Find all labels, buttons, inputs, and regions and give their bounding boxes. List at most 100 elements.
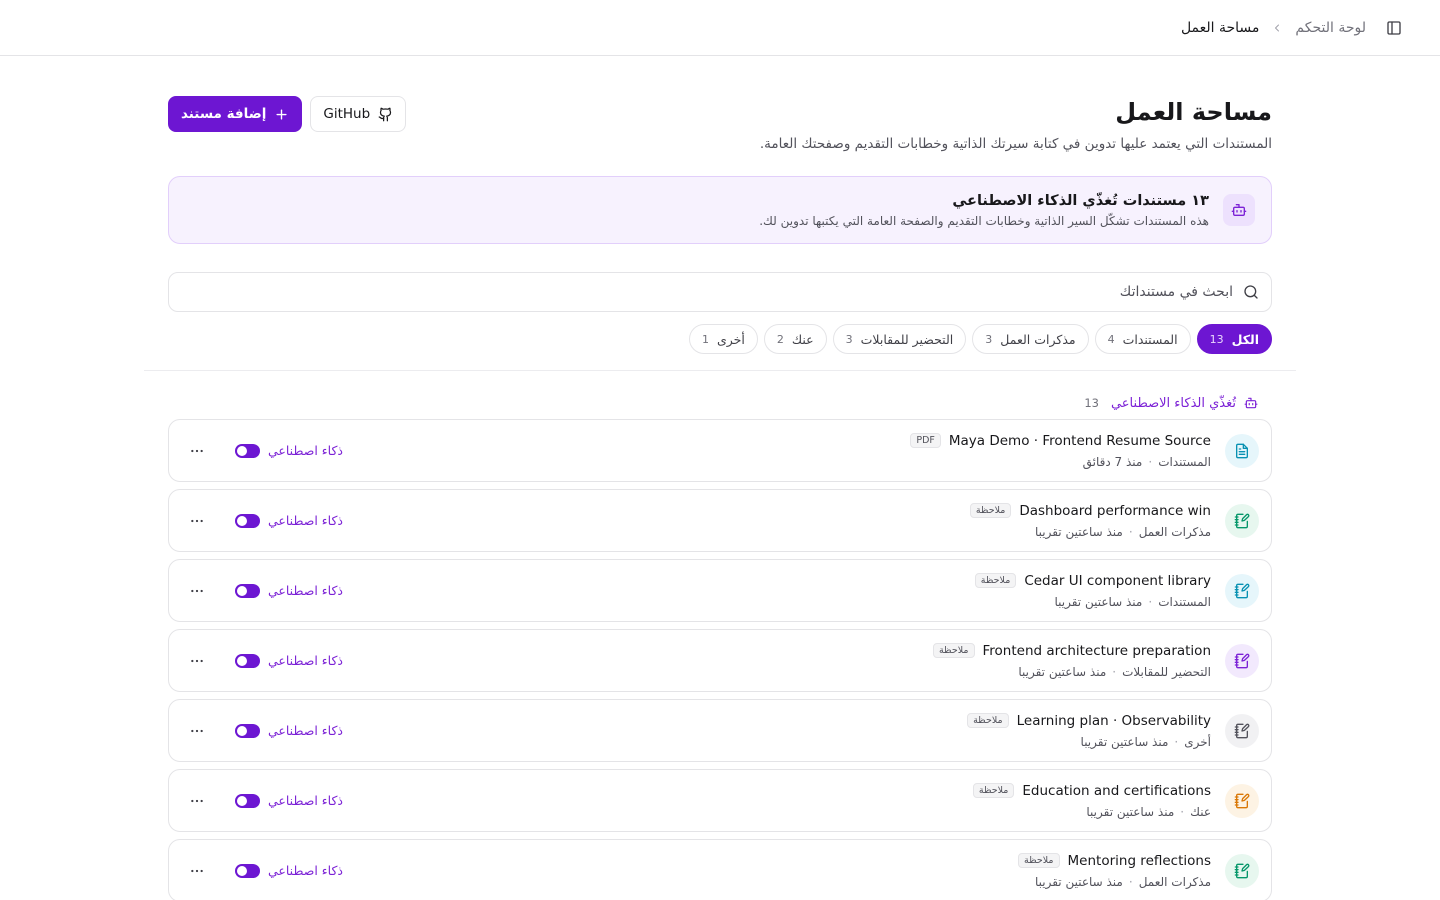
bot-icon — [1223, 194, 1255, 226]
filter-chip-count: 4 — [1107, 332, 1115, 346]
more-options-icon[interactable] — [185, 789, 209, 813]
ai-toggle-switch[interactable] — [235, 723, 260, 738]
document-title[interactable]: Frontend architecture preparation — [983, 643, 1212, 659]
document-row[interactable]: Maya Demo · Frontend Resume Source PDF الم… — [168, 419, 1272, 482]
header-actions: GitHub إضافة مستند — [168, 96, 407, 132]
document-type-badge: ملاحظة — [967, 713, 1009, 728]
note-edit-icon — [1225, 573, 1259, 608]
more-options-icon[interactable] — [185, 649, 209, 673]
add-document-label: إضافة مستند — [181, 106, 267, 122]
filter-chip-label: المستندات — [1122, 331, 1178, 347]
document-info: Learning plan · Observability ملاحظة أخرى ·… — [343, 713, 1211, 749]
ai-toggle-group: ذكاء اصطناعي — [235, 513, 343, 528]
filter-chip[interactable]: الكل 13 — [1196, 324, 1272, 354]
page-title: مساحة العمل — [1115, 98, 1272, 126]
document-info: Maya Demo · Frontend Resume Source PDF الم… — [343, 433, 1211, 469]
document-category: المستندات — [1158, 594, 1211, 609]
filter-chip-label: أخرى — [716, 331, 745, 347]
search-icon — [1243, 284, 1259, 300]
document-row[interactable]: Frontend architecture preparation ملاحظة ا… — [168, 629, 1272, 692]
more-options-icon[interactable] — [185, 579, 209, 603]
document-type-badge: PDF — [910, 433, 941, 448]
ai-toggle-label: ذكاء اصطناعي — [268, 513, 343, 528]
section-count: 13 — [1084, 396, 1099, 410]
github-button[interactable]: GitHub — [310, 96, 407, 132]
document-type-badge: ملاحظة — [969, 503, 1012, 518]
filter-chip[interactable]: عنك 2 — [763, 324, 827, 354]
document-time: منذ ساعتين تقريبا — [1018, 664, 1107, 679]
ai-toggle-switch[interactable] — [235, 583, 260, 598]
ai-toggle-label: ذكاء اصطناعي — [268, 583, 343, 598]
document-type-badge: ملاحظة — [1018, 853, 1060, 868]
document-category: أخرى — [1184, 734, 1211, 749]
filter-chip[interactable]: مذكرات العمل 3 — [972, 324, 1089, 354]
more-options-icon[interactable] — [185, 509, 209, 533]
ai-toggle-label: ذكاء اصطناعي — [268, 793, 343, 808]
document-category: التحضير للمقابلات — [1122, 664, 1211, 679]
ai-section-header: تُغذّي الذكاء الاصطناعي 13 — [168, 395, 1272, 411]
add-document-button[interactable]: إضافة مستند — [168, 96, 303, 132]
meta-separator: · — [1128, 874, 1133, 889]
document-type-badge: ملاحظة — [932, 643, 975, 658]
document-title[interactable]: Learning plan · Observability — [1017, 713, 1211, 729]
ai-info-banner: ١٣ مستندات تُغذّي الذكاء الاصطناعي هذه ا… — [168, 176, 1272, 244]
ai-toggle-label: ذكاء اصطناعي — [268, 443, 343, 458]
note-edit-icon — [1225, 783, 1259, 818]
ai-toggle-group: ذكاء اصطناعي — [235, 443, 343, 458]
meta-separator: · — [1112, 664, 1117, 679]
document-category: مذكرات العمل — [1138, 874, 1211, 889]
ai-toggle-switch[interactable] — [235, 443, 260, 458]
ai-toggle-group: ذكاء اصطناعي — [235, 653, 343, 668]
document-row[interactable]: Education and certifications ملاحظة عنك · من… — [168, 769, 1272, 832]
breadcrumb-workspace: مساحة العمل — [1180, 19, 1260, 36]
document-info: Frontend architecture preparation ملاحظة ا… — [343, 643, 1211, 679]
category-filters: الكل 13 المستندات 4 مذكرات العمل 3 التحضير للم… — [168, 324, 1272, 354]
ai-toggle-switch[interactable] — [235, 513, 260, 528]
document-row[interactable]: Dashboard performance win ملاحظة مذكرات ال… — [168, 489, 1272, 552]
filter-chip-label: التحضير للمقابلات — [860, 331, 954, 347]
filter-chip-count: 13 — [1209, 332, 1224, 346]
filter-chip-count: 3 — [985, 332, 993, 346]
more-options-icon[interactable] — [185, 859, 209, 883]
ai-toggle-switch[interactable] — [235, 793, 260, 808]
document-title[interactable]: Maya Demo · Frontend Resume Source — [949, 433, 1211, 449]
document-title[interactable]: Mentoring reflections — [1068, 853, 1211, 869]
meta-separator: · — [1180, 804, 1185, 819]
document-title[interactable]: Education and certifications — [1022, 783, 1211, 799]
page-header: مساحة العمل المستندات التي يعتمد عليها ت… — [168, 96, 1272, 152]
document-info: Dashboard performance win ملاحظة مذكرات ال… — [343, 503, 1211, 539]
meta-separator: · — [1128, 524, 1133, 539]
search-input[interactable] — [181, 284, 1233, 300]
chevron-left-icon — [1271, 22, 1283, 34]
document-time: منذ ساعتين تقريبا — [1034, 874, 1123, 889]
filter-chip-count: 3 — [845, 332, 853, 346]
ai-toggle-switch[interactable] — [235, 653, 260, 668]
ai-toggle-label: ذكاء اصطناعي — [268, 723, 343, 738]
ai-toggle-switch[interactable] — [235, 863, 260, 878]
filter-chip[interactable]: أخرى 1 — [688, 324, 758, 354]
ai-toggle-group: ذكاء اصطناعي — [235, 793, 343, 808]
more-options-icon[interactable] — [185, 719, 209, 743]
document-type-badge: ملاحظة — [974, 573, 1017, 588]
document-time: منذ ساعتين تقريبا — [1034, 524, 1123, 539]
ai-toggle-group: ذكاء اصطناعي — [235, 723, 343, 738]
filter-chip-count: 1 — [701, 332, 709, 346]
filter-chip[interactable]: التحضير للمقابلات 3 — [832, 324, 967, 354]
document-row[interactable]: Mentoring reflections ملاحظة مذكرات العمل ·… — [168, 839, 1272, 900]
filter-chip[interactable]: المستندات 4 — [1094, 324, 1191, 354]
section-divider — [144, 370, 1296, 371]
breadcrumb-dashboard[interactable]: لوحة التحكم — [1295, 20, 1366, 36]
github-icon — [378, 107, 392, 121]
document-title[interactable]: Cedar UI component library — [1024, 573, 1211, 589]
ai-toggle-group: ذكاء اصطناعي — [235, 583, 343, 598]
meta-separator: · — [1148, 594, 1153, 609]
ai-toggle-label: ذكاء اصطناعي — [268, 863, 343, 878]
document-row[interactable]: Learning plan · Observability ملاحظة أخرى ·… — [168, 699, 1272, 762]
section-label: تُغذّي الذكاء الاصطناعي — [1110, 395, 1236, 411]
filter-chip-count: 2 — [776, 332, 784, 346]
more-options-icon[interactable] — [185, 439, 209, 463]
document-row[interactable]: Cedar UI component library ملاحظة المستندا… — [168, 559, 1272, 622]
sidebar-toggle-icon[interactable] — [1380, 14, 1408, 42]
document-title[interactable]: Dashboard performance win — [1019, 503, 1211, 519]
document-category: عنك — [1190, 804, 1211, 819]
